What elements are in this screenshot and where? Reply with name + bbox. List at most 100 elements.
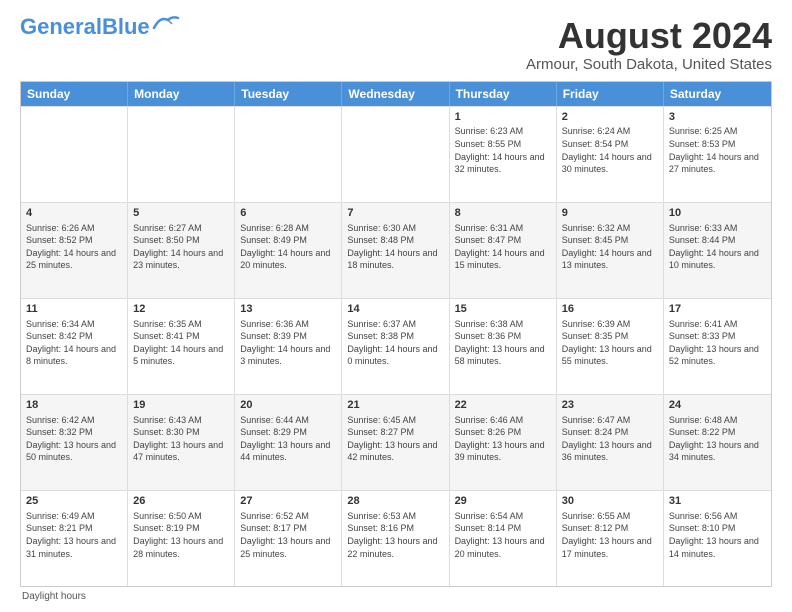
cal-cell-r4-c4: 29Sunrise: 6:54 AM Sunset: 8:14 PM Dayli…	[450, 491, 557, 586]
day-info-25: Sunrise: 6:49 AM Sunset: 8:21 PM Dayligh…	[26, 510, 122, 560]
day-number-13: 13	[240, 302, 336, 317]
day-number-3: 3	[669, 110, 766, 125]
day-info-4: Sunrise: 6:26 AM Sunset: 8:52 PM Dayligh…	[26, 222, 122, 272]
logo-blue: Blue	[102, 14, 150, 39]
day-number-10: 10	[669, 206, 766, 221]
day-number-27: 27	[240, 494, 336, 509]
day-info-14: Sunrise: 6:37 AM Sunset: 8:38 PM Dayligh…	[347, 318, 443, 368]
footer-note: Daylight hours	[20, 591, 772, 602]
day-info-20: Sunrise: 6:44 AM Sunset: 8:29 PM Dayligh…	[240, 414, 336, 464]
day-info-28: Sunrise: 6:53 AM Sunset: 8:16 PM Dayligh…	[347, 510, 443, 560]
day-info-18: Sunrise: 6:42 AM Sunset: 8:32 PM Dayligh…	[26, 414, 122, 464]
day-info-6: Sunrise: 6:28 AM Sunset: 8:49 PM Dayligh…	[240, 222, 336, 272]
day-info-5: Sunrise: 6:27 AM Sunset: 8:50 PM Dayligh…	[133, 222, 229, 272]
cal-cell-r1-c5: 9Sunrise: 6:32 AM Sunset: 8:45 PM Daylig…	[557, 203, 664, 298]
calendar-row-2: 11Sunrise: 6:34 AM Sunset: 8:42 PM Dayli…	[21, 298, 771, 394]
calendar-header: Sunday Monday Tuesday Wednesday Thursday…	[21, 82, 771, 106]
day-info-1: Sunrise: 6:23 AM Sunset: 8:55 PM Dayligh…	[455, 125, 551, 175]
cal-cell-r3-c3: 21Sunrise: 6:45 AM Sunset: 8:27 PM Dayli…	[342, 395, 449, 490]
cal-cell-r4-c6: 31Sunrise: 6:56 AM Sunset: 8:10 PM Dayli…	[664, 491, 771, 586]
day-info-29: Sunrise: 6:54 AM Sunset: 8:14 PM Dayligh…	[455, 510, 551, 560]
day-number-2: 2	[562, 110, 658, 125]
day-number-21: 21	[347, 398, 443, 413]
day-info-16: Sunrise: 6:39 AM Sunset: 8:35 PM Dayligh…	[562, 318, 658, 368]
day-number-22: 22	[455, 398, 551, 413]
header-friday: Friday	[557, 82, 664, 106]
logo-general: General	[20, 14, 102, 39]
day-info-22: Sunrise: 6:46 AM Sunset: 8:26 PM Dayligh…	[455, 414, 551, 464]
cal-cell-r1-c4: 8Sunrise: 6:31 AM Sunset: 8:47 PM Daylig…	[450, 203, 557, 298]
day-info-26: Sunrise: 6:50 AM Sunset: 8:19 PM Dayligh…	[133, 510, 229, 560]
calendar: Sunday Monday Tuesday Wednesday Thursday…	[20, 81, 772, 587]
day-number-24: 24	[669, 398, 766, 413]
day-info-2: Sunrise: 6:24 AM Sunset: 8:54 PM Dayligh…	[562, 125, 658, 175]
day-info-21: Sunrise: 6:45 AM Sunset: 8:27 PM Dayligh…	[347, 414, 443, 464]
day-number-12: 12	[133, 302, 229, 317]
header-tuesday: Tuesday	[235, 82, 342, 106]
day-info-24: Sunrise: 6:48 AM Sunset: 8:22 PM Dayligh…	[669, 414, 766, 464]
day-number-11: 11	[26, 302, 122, 317]
day-info-8: Sunrise: 6:31 AM Sunset: 8:47 PM Dayligh…	[455, 222, 551, 272]
day-info-13: Sunrise: 6:36 AM Sunset: 8:39 PM Dayligh…	[240, 318, 336, 368]
day-number-29: 29	[455, 494, 551, 509]
day-number-1: 1	[455, 110, 551, 125]
day-info-7: Sunrise: 6:30 AM Sunset: 8:48 PM Dayligh…	[347, 222, 443, 272]
main-title: August 2024	[526, 16, 772, 56]
day-number-28: 28	[347, 494, 443, 509]
logo-text: GeneralBlue	[20, 16, 150, 38]
day-info-30: Sunrise: 6:55 AM Sunset: 8:12 PM Dayligh…	[562, 510, 658, 560]
day-number-5: 5	[133, 206, 229, 221]
cal-cell-r3-c0: 18Sunrise: 6:42 AM Sunset: 8:32 PM Dayli…	[21, 395, 128, 490]
page: GeneralBlue August 2024 Armour, South Da…	[0, 0, 792, 612]
calendar-row-0: 1Sunrise: 6:23 AM Sunset: 8:55 PM Daylig…	[21, 106, 771, 202]
logo-bird-icon	[152, 14, 180, 32]
cal-cell-r2-c0: 11Sunrise: 6:34 AM Sunset: 8:42 PM Dayli…	[21, 299, 128, 394]
calendar-row-4: 25Sunrise: 6:49 AM Sunset: 8:21 PM Dayli…	[21, 490, 771, 586]
header-thursday: Thursday	[450, 82, 557, 106]
cal-cell-r2-c3: 14Sunrise: 6:37 AM Sunset: 8:38 PM Dayli…	[342, 299, 449, 394]
day-info-12: Sunrise: 6:35 AM Sunset: 8:41 PM Dayligh…	[133, 318, 229, 368]
day-number-18: 18	[26, 398, 122, 413]
cal-cell-r1-c6: 10Sunrise: 6:33 AM Sunset: 8:44 PM Dayli…	[664, 203, 771, 298]
logo: GeneralBlue	[20, 16, 180, 38]
day-info-27: Sunrise: 6:52 AM Sunset: 8:17 PM Dayligh…	[240, 510, 336, 560]
day-number-19: 19	[133, 398, 229, 413]
cal-cell-r3-c1: 19Sunrise: 6:43 AM Sunset: 8:30 PM Dayli…	[128, 395, 235, 490]
cal-cell-r2-c1: 12Sunrise: 6:35 AM Sunset: 8:41 PM Dayli…	[128, 299, 235, 394]
day-number-31: 31	[669, 494, 766, 509]
cal-cell-r3-c5: 23Sunrise: 6:47 AM Sunset: 8:24 PM Dayli…	[557, 395, 664, 490]
day-info-3: Sunrise: 6:25 AM Sunset: 8:53 PM Dayligh…	[669, 125, 766, 175]
day-number-14: 14	[347, 302, 443, 317]
day-info-19: Sunrise: 6:43 AM Sunset: 8:30 PM Dayligh…	[133, 414, 229, 464]
day-info-10: Sunrise: 6:33 AM Sunset: 8:44 PM Dayligh…	[669, 222, 766, 272]
cal-cell-r1-c2: 6Sunrise: 6:28 AM Sunset: 8:49 PM Daylig…	[235, 203, 342, 298]
day-number-9: 9	[562, 206, 658, 221]
day-number-4: 4	[26, 206, 122, 221]
day-info-31: Sunrise: 6:56 AM Sunset: 8:10 PM Dayligh…	[669, 510, 766, 560]
cal-cell-r4-c3: 28Sunrise: 6:53 AM Sunset: 8:16 PM Dayli…	[342, 491, 449, 586]
day-number-17: 17	[669, 302, 766, 317]
calendar-body: 1Sunrise: 6:23 AM Sunset: 8:55 PM Daylig…	[21, 106, 771, 586]
title-block: August 2024 Armour, South Dakota, United…	[526, 16, 772, 73]
cal-cell-r0-c0	[21, 107, 128, 202]
cal-cell-r2-c5: 16Sunrise: 6:39 AM Sunset: 8:35 PM Dayli…	[557, 299, 664, 394]
day-info-23: Sunrise: 6:47 AM Sunset: 8:24 PM Dayligh…	[562, 414, 658, 464]
cal-cell-r0-c6: 3Sunrise: 6:25 AM Sunset: 8:53 PM Daylig…	[664, 107, 771, 202]
header: GeneralBlue August 2024 Armour, South Da…	[20, 16, 772, 73]
day-info-15: Sunrise: 6:38 AM Sunset: 8:36 PM Dayligh…	[455, 318, 551, 368]
cal-cell-r4-c0: 25Sunrise: 6:49 AM Sunset: 8:21 PM Dayli…	[21, 491, 128, 586]
calendar-row-3: 18Sunrise: 6:42 AM Sunset: 8:32 PM Dayli…	[21, 394, 771, 490]
cal-cell-r3-c6: 24Sunrise: 6:48 AM Sunset: 8:22 PM Dayli…	[664, 395, 771, 490]
day-number-6: 6	[240, 206, 336, 221]
subtitle: Armour, South Dakota, United States	[526, 56, 772, 73]
cal-cell-r4-c5: 30Sunrise: 6:55 AM Sunset: 8:12 PM Dayli…	[557, 491, 664, 586]
cal-cell-r0-c3	[342, 107, 449, 202]
day-number-30: 30	[562, 494, 658, 509]
cal-cell-r4-c1: 26Sunrise: 6:50 AM Sunset: 8:19 PM Dayli…	[128, 491, 235, 586]
day-info-17: Sunrise: 6:41 AM Sunset: 8:33 PM Dayligh…	[669, 318, 766, 368]
day-info-9: Sunrise: 6:32 AM Sunset: 8:45 PM Dayligh…	[562, 222, 658, 272]
cal-cell-r0-c1	[128, 107, 235, 202]
cal-cell-r1-c0: 4Sunrise: 6:26 AM Sunset: 8:52 PM Daylig…	[21, 203, 128, 298]
cal-cell-r1-c3: 7Sunrise: 6:30 AM Sunset: 8:48 PM Daylig…	[342, 203, 449, 298]
cal-cell-r4-c2: 27Sunrise: 6:52 AM Sunset: 8:17 PM Dayli…	[235, 491, 342, 586]
